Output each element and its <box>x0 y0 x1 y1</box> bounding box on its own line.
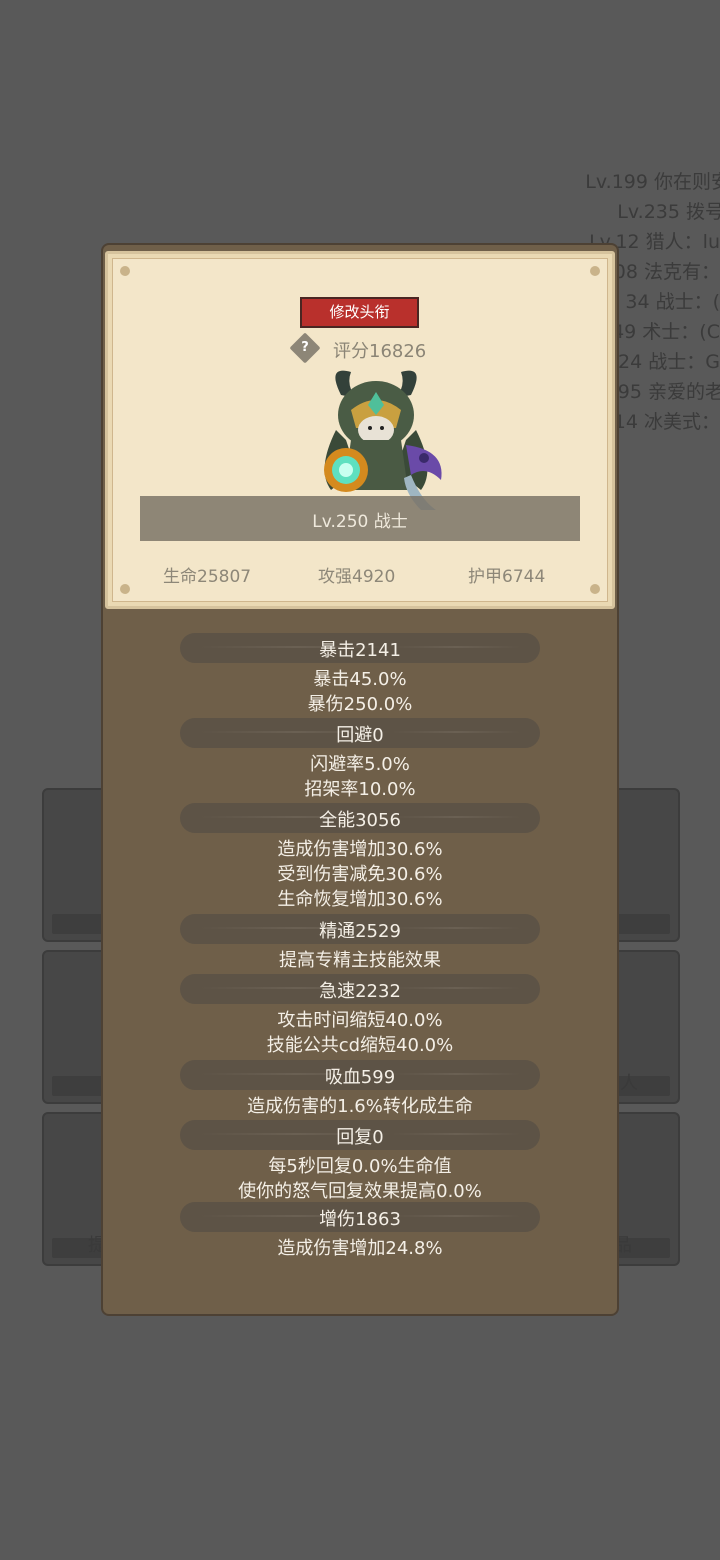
stat-header-regen: 回复0 <box>336 1127 384 1148</box>
stat-header-mastery: 精通2529 <box>319 921 401 942</box>
stat-line: 暴伤250.0% <box>307 694 413 715</box>
stat-line: 每5秒回复0.0%生命值 <box>268 1156 452 1177</box>
ranking-entry: Lv.235 拨号 <box>617 201 720 223</box>
stat-line: 暴击45.0% <box>313 669 407 690</box>
ranking-entry: 34 战士：( <box>625 291 720 313</box>
character-level-class: Lv.250 战士 <box>312 512 408 532</box>
stat-line: 受到伤害减免30.6% <box>277 864 443 885</box>
stat-line: 攻击时间缩短40.0% <box>277 1010 443 1031</box>
stat-header-leech: 吸血599 <box>324 1067 396 1088</box>
stat-header-haste: 急速2232 <box>319 981 401 1002</box>
stat-line: 技能公共cd缩短40.0% <box>266 1035 454 1056</box>
help-icon[interactable]: ? <box>289 332 321 364</box>
stat-line: 提高专精主技能效果 <box>279 950 441 971</box>
stat-header-crit: 暴击2141 <box>319 640 401 661</box>
stat-header-avoidance: 回避0 <box>336 725 384 746</box>
stat-line: 造成伤害增加24.8% <box>277 1238 443 1259</box>
ranking-entry: 24 战士：G <box>618 351 720 373</box>
stat-line: 造成伤害的1.6%转化成生命 <box>247 1096 473 1117</box>
stat-line: 使你的怒气回复效果提高0.0% <box>238 1181 482 1202</box>
stat-armor: 护甲6744 <box>468 567 546 587</box>
stat-line: 闪避率5.0% <box>310 754 410 775</box>
ranking-entry: 49 术士：(C <box>612 321 720 343</box>
ranking-entry: 195 亲爱的老 <box>605 381 720 403</box>
stat-hp: 生命25807 <box>163 567 252 587</box>
ranking-entry: Lv.199 你在则安 <box>585 171 720 193</box>
rename-title-button[interactable]: 修改头衔 <box>300 297 419 328</box>
stat-line: 招架率10.0% <box>304 779 416 800</box>
stat-header-versatility: 全能3056 <box>319 810 401 831</box>
ranking-entry: 14 冰美式： <box>613 411 720 433</box>
ranking-entry: 108 法克有： <box>601 261 720 283</box>
stat-line: 生命恢复增加30.6% <box>277 889 443 910</box>
stat-attack-power: 攻强4920 <box>318 567 396 587</box>
stat-header-damage-increase: 增伤1863 <box>319 1209 401 1230</box>
stat-line: 造成伤害增加30.6% <box>277 839 443 860</box>
